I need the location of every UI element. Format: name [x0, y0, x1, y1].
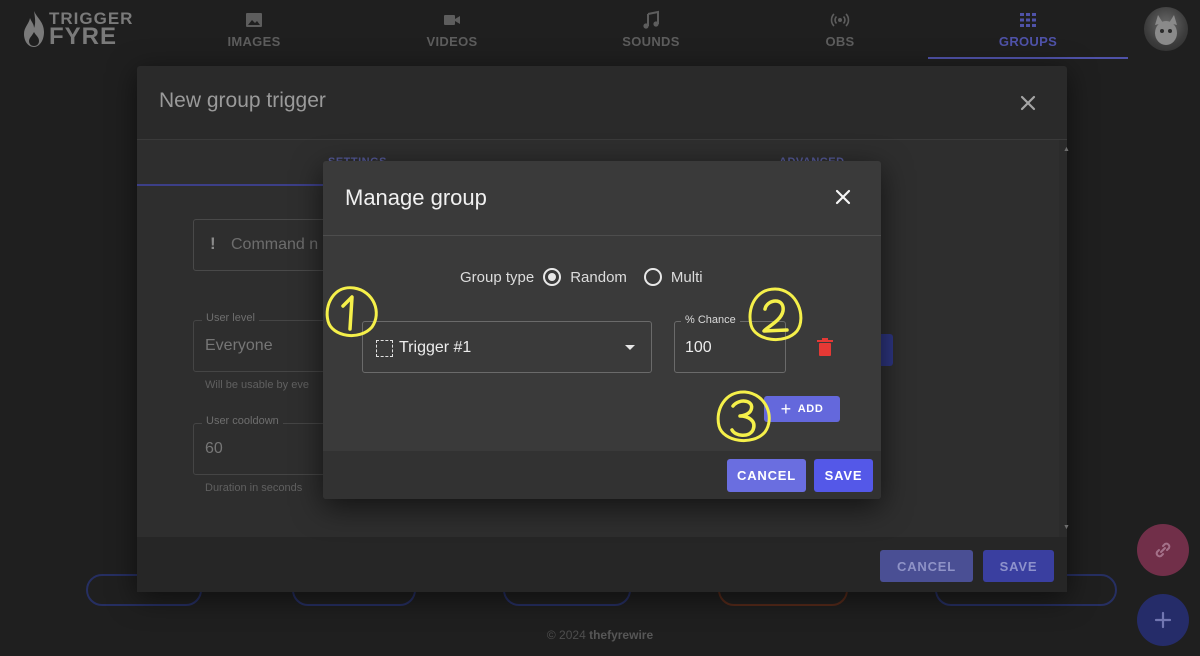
top-navbar: TRIGGER FYRE IMAGES VIDEOS SOUNDS OBS GR… — [0, 0, 1200, 59]
nav-groups-label: GROUPS — [998, 34, 1058, 49]
flame-icon — [24, 11, 44, 47]
user-level-helper: Will be usable by eve — [205, 379, 309, 391]
nav-videos-label: VIDEOS — [426, 34, 478, 49]
radio-random-label[interactable]: Random — [570, 269, 627, 286]
trigger-icon — [376, 340, 393, 357]
plus-icon: + — [780, 399, 792, 419]
command-placeholder: Command n — [231, 236, 319, 253]
nav-groups[interactable]: GROUPS — [928, 0, 1128, 59]
cancel-button[interactable]: CANCEL — [880, 550, 973, 582]
nav-obs-label: OBS — [825, 34, 855, 49]
scrollbar[interactable] — [1059, 140, 1067, 537]
grid-icon — [1020, 13, 1036, 27]
close-icon[interactable] — [835, 189, 851, 205]
user-cooldown-label: User cooldown — [202, 415, 283, 427]
image-icon — [246, 13, 262, 27]
dialog-title: New group trigger — [159, 89, 326, 112]
manage-save-button[interactable]: SAVE — [814, 459, 873, 492]
close-icon[interactable] — [1019, 94, 1037, 112]
add-trigger-button[interactable]: + ADD — [764, 396, 840, 422]
delete-icon[interactable] — [816, 337, 834, 357]
radio-multi-label[interactable]: Multi — [671, 269, 703, 286]
logo-line-2: FYRE — [49, 23, 118, 50]
scroll-down-icon[interactable]: ▼ — [1063, 524, 1070, 531]
save-button[interactable]: SAVE — [983, 550, 1054, 582]
nav-images-label: IMAGES — [227, 34, 281, 49]
add-button-label: ADD — [797, 403, 824, 415]
music-icon — [643, 10, 659, 29]
broadcast-icon — [830, 13, 850, 27]
trigger-select[interactable]: Trigger #1 — [362, 321, 652, 373]
dropdown-caret-icon — [625, 345, 635, 350]
chance-value: 100 — [685, 339, 712, 356]
group-type-label: Group type — [460, 268, 535, 286]
radio-multi[interactable] — [643, 268, 662, 286]
app-logo[interactable]: TRIGGER FYRE — [22, 8, 138, 50]
exclamation-icon: ! — [210, 234, 216, 253]
user-avatar[interactable] — [1144, 7, 1188, 51]
radio-random[interactable] — [543, 268, 562, 286]
avatar-icon — [1155, 15, 1177, 45]
user-cooldown-value: 60 — [205, 440, 223, 457]
background-button-edge[interactable] — [879, 334, 893, 366]
nav-images[interactable]: IMAGES — [154, 0, 354, 59]
manage-group-title: Manage group — [345, 185, 487, 210]
user-cooldown-helper: Duration in seconds — [205, 482, 303, 494]
video-icon — [444, 15, 460, 25]
manage-group-dialog: Manage group Group type Random Multi Tri… — [323, 161, 881, 499]
user-level-label: User level — [202, 312, 259, 324]
active-tab-indicator — [137, 184, 337, 186]
nav-obs[interactable]: OBS — [740, 0, 940, 59]
manage-cancel-button[interactable]: CANCEL — [727, 459, 806, 492]
group-type-radio-group: Group type Random Multi — [460, 265, 703, 289]
chance-label: % Chance — [681, 314, 740, 326]
scroll-up-icon[interactable]: ▲ — [1063, 146, 1070, 153]
nav-videos[interactable]: VIDEOS — [352, 0, 552, 59]
trigger-select-value: Trigger #1 — [399, 339, 472, 356]
nav-sounds[interactable]: SOUNDS — [551, 0, 751, 59]
nav-sounds-label: SOUNDS — [622, 34, 680, 49]
divider — [323, 235, 881, 236]
user-level-value: Everyone — [205, 337, 273, 354]
chance-input[interactable]: % Chance 100 — [674, 314, 786, 373]
